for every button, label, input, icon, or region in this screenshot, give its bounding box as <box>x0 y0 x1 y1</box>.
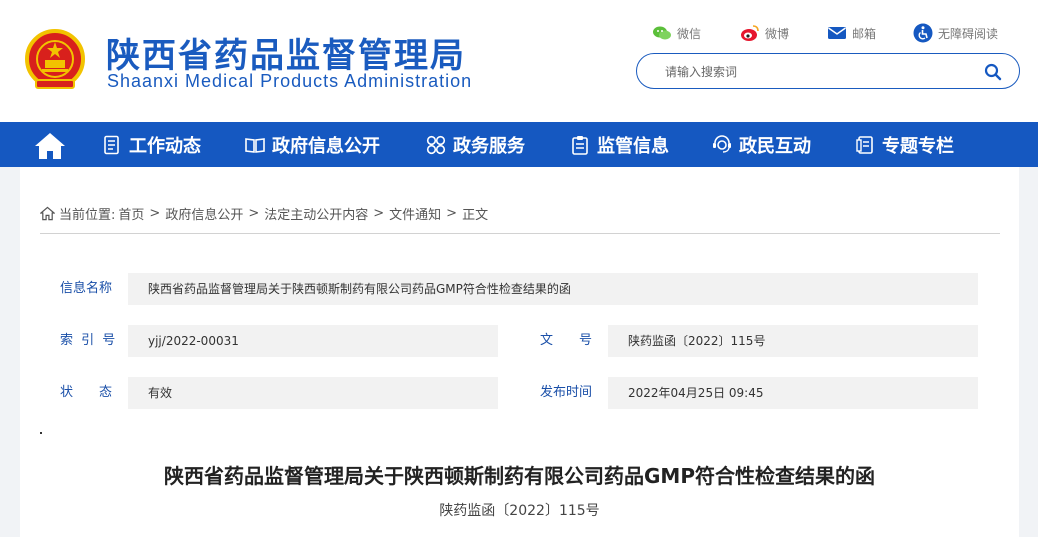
interaction-icon <box>713 134 731 153</box>
breadcrumb-separator: > <box>248 205 260 221</box>
weibo-icon <box>741 25 759 41</box>
breadcrumb-separator: > <box>373 205 385 221</box>
status-value: 有效 <box>128 377 498 409</box>
open-book-icon <box>245 137 265 153</box>
article-panel: 当前位置: 首页 > 政府信息公开 > 法定主动公开内容 > 文件通知 > 正文… <box>20 167 1019 537</box>
breadcrumb-separator: > <box>149 205 161 221</box>
site-subtitle: Shaanxi Medical Products Administration <box>107 71 473 91</box>
breadcrumb-divider <box>40 233 1000 234</box>
accessibility-icon <box>913 23 933 43</box>
nav-item-label: 专题专栏 <box>882 135 954 157</box>
main-nav: 工作动态 政府信息公开 政务服务 监管信息 政民互动 专题专栏 <box>0 122 1038 167</box>
weibo-link[interactable]: 微博 <box>740 22 789 44</box>
article-title: 陕西省药品监督管理局关于陕西顿斯制药有限公司药品GMP符合性检查结果的函 <box>164 464 875 488</box>
nav-item-label: 工作动态 <box>129 135 201 157</box>
search-box <box>636 53 1020 89</box>
breadcrumb-prefix: 当前位置: <box>59 207 116 223</box>
accessibility-link[interactable]: 无障碍阅读 <box>913 22 998 44</box>
top-links: 微信 微博 邮箱 无障碍阅读 <box>0 22 1038 44</box>
info-name-value: 陕西省药品监督管理局关于陕西顿斯制药有限公司药品GMP符合性检查结果的函 <box>128 273 978 305</box>
nav-item-label: 政务服务 <box>453 135 525 157</box>
document-list-icon <box>104 135 119 154</box>
home-icon[interactable] <box>34 132 66 160</box>
wechat-label: 微信 <box>677 26 702 41</box>
mail-icon <box>828 27 846 39</box>
index-number-label: 索 引 号 <box>60 333 118 348</box>
folder-document-icon <box>856 135 873 154</box>
nav-item-gov-service[interactable]: 政务服务 <box>426 122 525 167</box>
home-outline-icon <box>40 206 55 220</box>
doc-number-value: 陕药监函〔2022〕115号 <box>608 325 978 357</box>
site-header: 陕西省药品监督管理局 Shaanxi Medical Products Admi… <box>0 0 1038 122</box>
info-name-label: 信息名称 <box>60 281 113 296</box>
grid-circles-icon <box>426 135 446 154</box>
article-doc-number: 陕药监函〔2022〕115号 <box>439 503 600 519</box>
breadcrumb-gov-info[interactable]: 政府信息公开 <box>165 204 243 223</box>
nav-item-work-news[interactable]: 工作动态 <box>102 122 201 167</box>
breadcrumb-current: 正文 <box>462 207 489 223</box>
weibo-label: 微博 <box>765 26 790 41</box>
wechat-icon <box>653 26 671 40</box>
doc-number-label: 文 号 <box>540 333 593 348</box>
breadcrumb: 当前位置: 首页 > 政府信息公开 > 法定主动公开内容 > 文件通知 > 正文 <box>40 204 489 223</box>
divider-dot <box>40 432 42 434</box>
mail-link[interactable]: 邮箱 <box>827 22 876 44</box>
mail-label: 邮箱 <box>852 26 877 41</box>
wechat-link[interactable]: 微信 <box>652 22 701 44</box>
nav-item-label: 监管信息 <box>597 135 669 157</box>
index-number-value: yjj/2022-00031 <box>128 325 498 357</box>
search-icon[interactable] <box>983 62 1003 82</box>
breadcrumb-notices[interactable]: 文件通知 <box>389 204 441 223</box>
breadcrumb-separator: > <box>446 205 458 221</box>
status-label: 状 态 <box>60 385 113 400</box>
clipboard-icon <box>572 135 588 155</box>
publish-date-value: 2022年04月25日 09:45 <box>608 377 978 409</box>
breadcrumb-home[interactable]: 首页 <box>118 204 144 223</box>
nav-item-special-topics[interactable]: 专题专栏 <box>855 122 954 167</box>
nav-item-label: 政民互动 <box>739 135 811 157</box>
nav-item-supervision[interactable]: 监管信息 <box>570 122 669 167</box>
publish-date-label: 发布时间 <box>540 385 593 400</box>
nav-item-gov-info[interactable]: 政府信息公开 <box>245 122 380 167</box>
nav-item-interaction[interactable]: 政民互动 <box>712 122 811 167</box>
nav-item-label: 政府信息公开 <box>272 135 380 157</box>
accessibility-label: 无障碍阅读 <box>938 26 999 41</box>
breadcrumb-mandatory-disclosure[interactable]: 法定主动公开内容 <box>264 204 368 223</box>
search-input[interactable] <box>665 62 965 82</box>
